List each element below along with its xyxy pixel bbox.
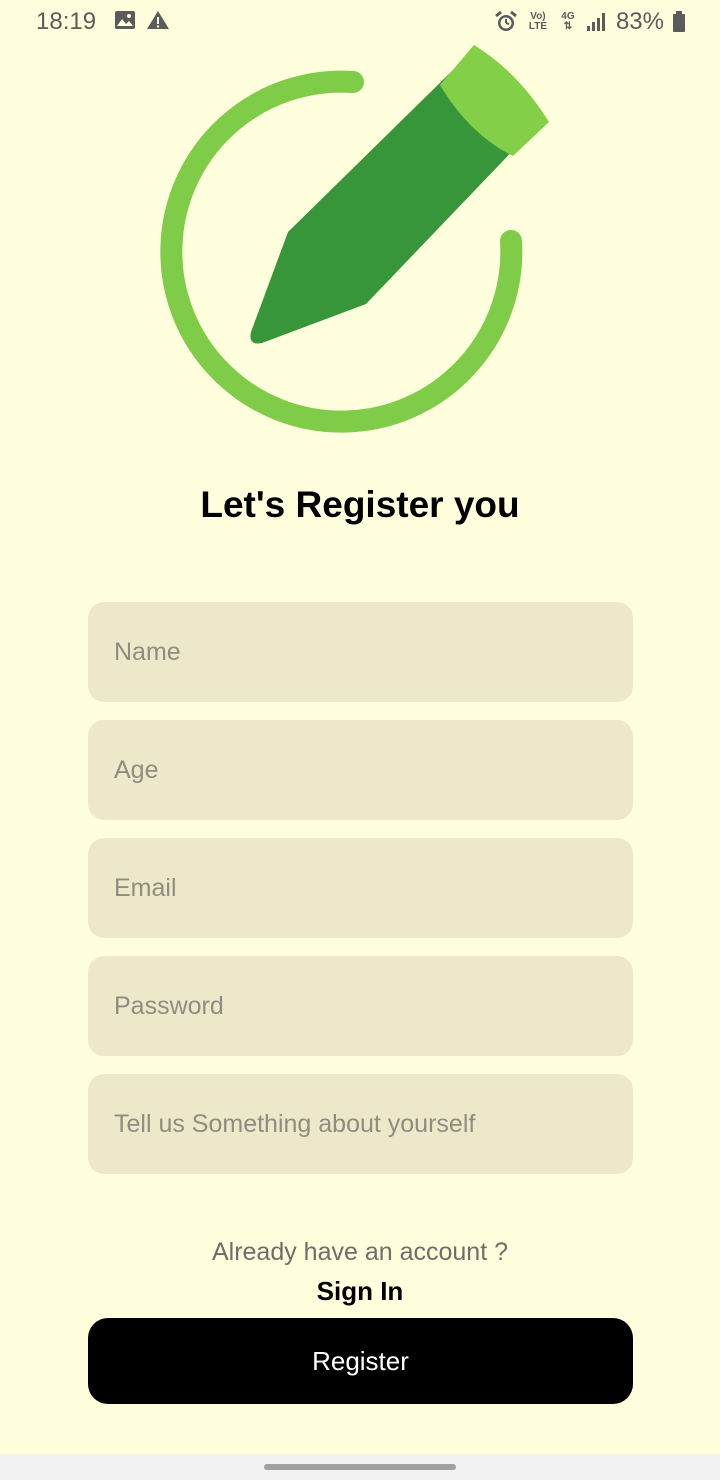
navigation-bar — [0, 1454, 720, 1480]
battery-percent: 83% — [615, 8, 664, 35]
status-right-icons: Vo) LTE 4G ⇅ 83% — [494, 8, 686, 36]
volte-icon: Vo) LTE — [526, 12, 550, 32]
account-prompt: Already have an account ? — [211, 1238, 509, 1266]
4g-icon: 4G ⇅ — [561, 11, 575, 32]
image-icon — [115, 11, 135, 29]
page-title: Let's Register you — [200, 484, 520, 525]
about-placeholder: Tell us Something about yourself — [114, 1109, 476, 1138]
warning-icon — [147, 11, 169, 29]
password-placeholder: Password — [114, 991, 224, 1020]
email-placeholder: Email — [114, 873, 177, 902]
home-gesture-handle[interactable] — [264, 1464, 456, 1470]
name-field[interactable]: Name — [88, 602, 633, 702]
alarm-icon — [495, 10, 517, 31]
battery-icon — [673, 11, 685, 32]
pencil-circle-icon — [160, 45, 549, 433]
signal-icon — [586, 13, 605, 31]
volte-label: Vo) LTE — [528, 11, 548, 32]
about-field[interactable]: Tell us Something about yourself — [88, 1074, 633, 1174]
status-left-icons — [114, 10, 170, 30]
age-placeholder: Age — [114, 755, 159, 784]
email-field[interactable]: Email — [88, 838, 633, 938]
password-field[interactable]: Password — [88, 956, 633, 1056]
register-button[interactable]: Register — [88, 1318, 633, 1404]
age-field[interactable]: Age — [88, 720, 633, 820]
register-button-label: Register — [312, 1345, 409, 1376]
name-placeholder: Name — [114, 637, 181, 666]
sign-in-link[interactable]: Sign In — [0, 1276, 720, 1307]
status-bar: 18:19 Vo) LTE 4G ⇅ 83% — [0, 0, 720, 44]
status-time: 18:19 — [36, 8, 97, 35]
